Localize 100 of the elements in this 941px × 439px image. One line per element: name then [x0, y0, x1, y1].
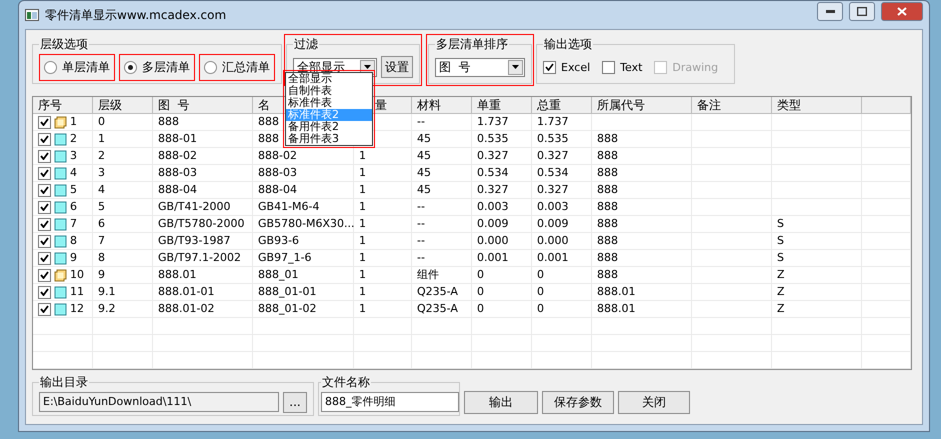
- row-checkbox[interactable]: [38, 116, 51, 128]
- empty-cell: [862, 318, 911, 335]
- table-cell: 888: [153, 114, 253, 131]
- table-cell: Z: [772, 267, 862, 284]
- row-number: 2: [70, 131, 77, 147]
- table-cell: 0.327: [472, 182, 532, 199]
- row-checkbox[interactable]: [38, 286, 51, 298]
- table-cell: GB93-6: [253, 233, 354, 250]
- row-checkbox[interactable]: [38, 200, 51, 214]
- radio-option[interactable]: 汇总清单: [199, 54, 275, 80]
- table-cell: 2: [93, 148, 153, 165]
- radio-button[interactable]: [124, 60, 137, 74]
- table-cell: GB/T41-2000: [153, 199, 253, 216]
- empty-cell: [862, 182, 911, 199]
- table-cell: --: [412, 199, 472, 216]
- radio-option[interactable]: 多层清单: [119, 54, 195, 80]
- file-name-field[interactable]: 888_零件明细: [321, 392, 459, 412]
- table-cell: 45: [412, 182, 472, 199]
- table-cell: 9: [93, 267, 153, 284]
- row-number: 6: [70, 199, 77, 215]
- row-number: 1: [70, 114, 77, 130]
- column-header[interactable]: 类型: [772, 97, 862, 114]
- row-checkbox[interactable]: [38, 218, 51, 230]
- part-icon: [54, 234, 67, 248]
- table-cell: 888-03: [253, 165, 354, 182]
- table-cell: 1: [354, 199, 412, 216]
- table-cell: 888-01: [153, 131, 253, 148]
- row-checkbox[interactable]: [38, 132, 51, 146]
- empty-cell: [862, 199, 911, 216]
- table-cell: 888_01: [253, 267, 354, 284]
- table-cell: Q235-A: [412, 301, 472, 318]
- table-cell: 0: [472, 301, 532, 318]
- maximize-icon: [857, 6, 867, 16]
- radio-option[interactable]: 单层清单: [39, 54, 115, 80]
- table-cell: 9.2: [93, 301, 153, 318]
- table-cell: 888: [592, 148, 692, 165]
- settings-button[interactable]: 设置: [381, 56, 413, 78]
- column-header[interactable]: 备注: [692, 97, 772, 114]
- minimize-icon: [826, 10, 834, 12]
- close-button[interactable]: [881, 2, 923, 20]
- table-cell: 1: [354, 301, 412, 318]
- checkbox[interactable]: [543, 60, 556, 74]
- close-icon: [897, 6, 907, 16]
- table-cell: 0.327: [472, 148, 532, 165]
- row-number: 10: [70, 267, 84, 283]
- table-cell: 0.003: [532, 199, 592, 216]
- row-number: 3: [70, 148, 77, 164]
- column-header[interactable]: 所属代号: [592, 97, 692, 114]
- row-checkbox[interactable]: [38, 268, 51, 282]
- table-cell: 8: [93, 250, 153, 267]
- table-cell: 0: [532, 301, 592, 318]
- table-cell: 1: [354, 284, 412, 301]
- sort-dropdown[interactable]: 图 号: [435, 58, 525, 76]
- column-header[interactable]: 序号: [33, 97, 93, 114]
- action-button[interactable]: 关闭: [618, 391, 690, 414]
- row-checkbox[interactable]: [38, 150, 51, 162]
- radio-button[interactable]: [44, 60, 57, 74]
- group-title: 文件名称: [321, 374, 371, 391]
- table-cell: 888_01-01: [253, 284, 354, 301]
- row-checkbox[interactable]: [38, 252, 51, 264]
- table-cell: 7: [93, 233, 153, 250]
- column-header[interactable]: 单重: [472, 97, 532, 114]
- table-cell: 888.01-02: [153, 301, 253, 318]
- radio-button[interactable]: [204, 60, 217, 74]
- column-header[interactable]: 材料: [412, 97, 472, 114]
- empty-cell: [354, 352, 412, 369]
- row-checkbox[interactable]: [38, 184, 51, 196]
- table-cell: 888: [592, 199, 692, 216]
- window-title: 零件清单显示www.mcadex.com: [45, 6, 228, 24]
- table-cell: 1.737: [532, 114, 592, 131]
- table-cell: 0.009: [532, 216, 592, 233]
- row-number: 7: [70, 216, 77, 232]
- action-button[interactable]: 保存参数: [542, 391, 614, 414]
- output-dir-field[interactable]: E:\BaiduYunDownload\111\: [39, 392, 279, 412]
- radio-label: 汇总清单: [222, 58, 270, 76]
- minimize-button[interactable]: [817, 2, 843, 20]
- row-checkbox[interactable]: [38, 166, 51, 180]
- column-header[interactable]: 图 号: [153, 97, 253, 114]
- row-number: 5: [70, 182, 77, 198]
- empty-cell: [862, 216, 911, 233]
- part-icon: [54, 200, 67, 214]
- table-cell: 0.001: [472, 250, 532, 267]
- maximize-button[interactable]: [849, 2, 875, 20]
- checkbox[interactable]: [602, 60, 616, 74]
- column-header[interactable]: 总重: [532, 97, 592, 114]
- table-cell: 1: [354, 148, 412, 165]
- assembly-icon: [54, 116, 67, 128]
- radio-label: 多层清单: [142, 58, 190, 76]
- row-checkbox[interactable]: [38, 234, 51, 248]
- action-button[interactable]: 输出: [464, 391, 538, 414]
- row-checkbox[interactable]: [38, 302, 51, 316]
- column-header[interactable]: 层级: [93, 97, 153, 114]
- empty-cell: [862, 165, 911, 182]
- part-icon: [54, 132, 67, 146]
- table-cell: 3: [93, 165, 153, 182]
- table-cell: 0.327: [532, 148, 592, 165]
- table-cell: 1.737: [472, 114, 532, 131]
- browse-button[interactable]: ...: [283, 392, 307, 412]
- part-icon: [54, 166, 67, 180]
- table-cell: 888-04: [153, 182, 253, 199]
